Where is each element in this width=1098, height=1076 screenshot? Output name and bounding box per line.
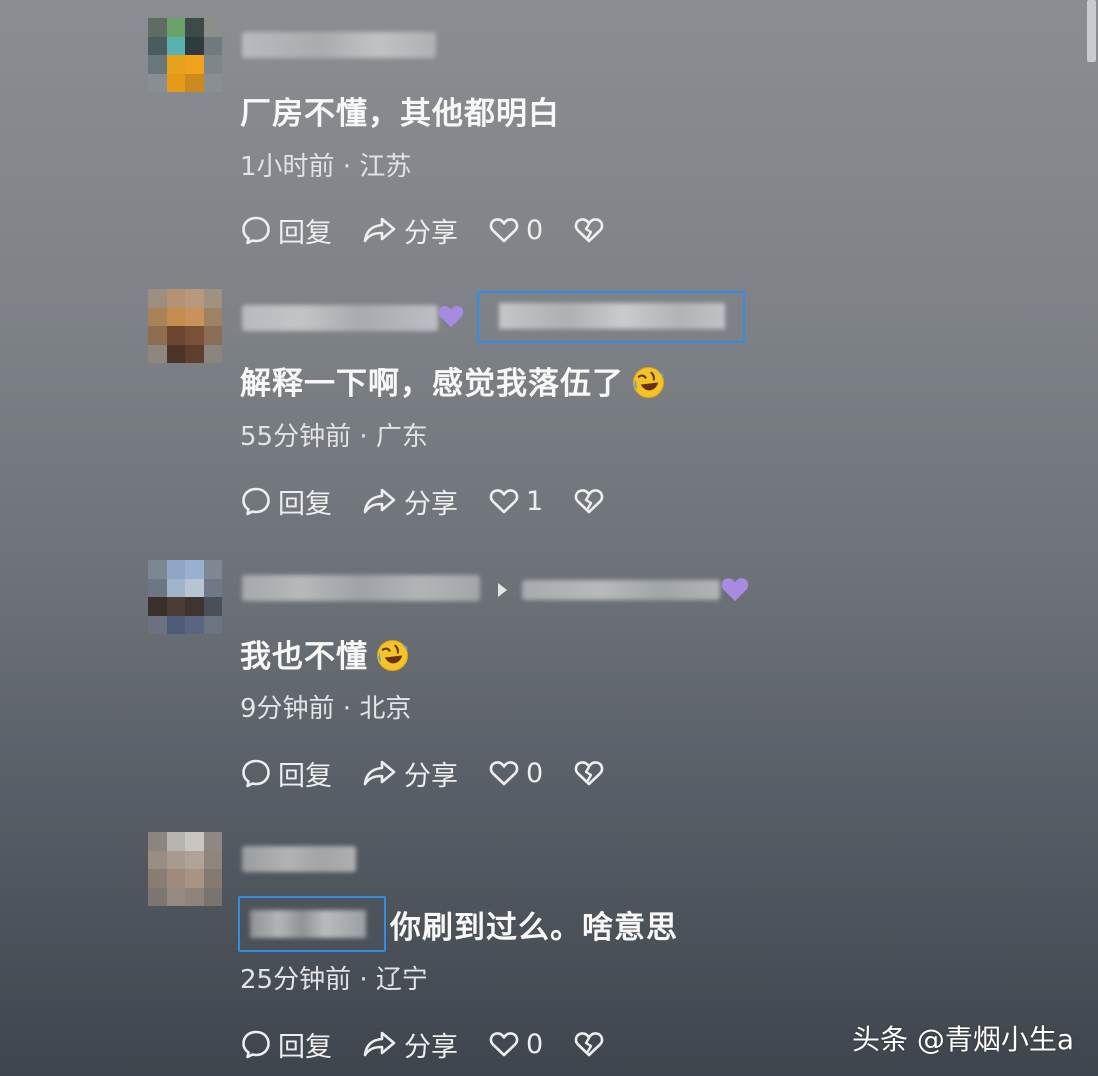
dislike-button[interactable] — [573, 757, 605, 789]
share-button[interactable]: 分享 — [362, 1025, 458, 1064]
comment-bubble-icon — [242, 759, 270, 788]
avatar[interactable] — [148, 289, 222, 363]
reply-button[interactable]: 回复 — [240, 482, 332, 521]
redacted-badge-highlight — [477, 291, 745, 343]
comment-actions: 回复 分享 0 — [240, 210, 635, 250]
reply-to-arrow-icon — [498, 583, 507, 597]
like-button[interactable]: 0 — [488, 214, 543, 246]
comment-text: 你刷到过么。啥意思 — [390, 910, 678, 946]
like-count: 1 — [526, 485, 544, 517]
comment-bubble-icon — [242, 487, 270, 516]
like-button[interactable]: 1 — [488, 485, 543, 517]
share-button[interactable]: 分享 — [362, 754, 458, 793]
scrollbar[interactable] — [1086, 0, 1098, 1076]
reply-button[interactable]: 回复 — [240, 754, 332, 793]
dislike-button[interactable] — [573, 1028, 605, 1060]
reply-label: 回复 — [278, 1031, 332, 1063]
like-button[interactable]: 0 — [488, 1028, 543, 1060]
vip-heart-icon — [721, 578, 749, 602]
share-arrow-icon — [363, 760, 396, 786]
like-count: 0 — [526, 214, 544, 246]
like-button[interactable]: 0 — [488, 757, 543, 789]
reply-button[interactable]: 回复 — [240, 1025, 332, 1064]
comment-bubble-icon — [242, 216, 270, 245]
broken-heart-icon — [574, 489, 604, 514]
comment-text-content: 我也不懂 — [240, 639, 368, 675]
share-label: 分享 — [404, 217, 458, 249]
comment-bubble-icon — [242, 1030, 270, 1059]
redacted-mention-highlight — [238, 896, 386, 952]
share-label: 分享 — [404, 760, 458, 792]
like-count: 0 — [526, 1028, 544, 1060]
heart-icon — [489, 1032, 519, 1057]
share-button[interactable]: 分享 — [362, 482, 458, 521]
share-label: 分享 — [404, 1031, 458, 1063]
broken-heart-icon — [574, 1032, 604, 1057]
comment-actions: 回复 分享 0 — [240, 753, 635, 793]
share-arrow-icon — [363, 1031, 396, 1057]
heart-icon — [489, 218, 519, 243]
dislike-button[interactable] — [573, 485, 605, 517]
comment-text: 我也不懂 — [240, 631, 409, 676]
like-count: 0 — [526, 757, 544, 789]
rolling-on-floor-laughing-emoji — [376, 639, 409, 672]
avatar[interactable] — [148, 560, 222, 634]
comment-actions: 回复 分享 1 — [240, 481, 635, 521]
comment-meta: 1小时前 · 江苏 — [240, 152, 412, 182]
share-arrow-icon — [363, 488, 396, 514]
reply-label: 回复 — [278, 217, 332, 249]
reply-to-username-redacted[interactable] — [522, 580, 720, 600]
heart-icon — [489, 489, 519, 514]
comment-text: 解释一下啊，感觉我落伍了 — [240, 358, 665, 403]
share-label: 分享 — [404, 488, 458, 520]
reply-label: 回复 — [278, 760, 332, 792]
broken-heart-icon — [574, 761, 604, 786]
comment-meta: 55分钟前 · 广东 — [240, 422, 428, 452]
username-redacted[interactable] — [242, 32, 436, 58]
comment-meta: 25分钟前 · 辽宁 — [240, 965, 428, 995]
username-redacted[interactable] — [242, 575, 480, 601]
dislike-button[interactable] — [573, 214, 605, 246]
scrollbar-thumb[interactable] — [1087, 0, 1096, 62]
watermark: 头条 @青烟小生a — [852, 1023, 1075, 1056]
share-button[interactable]: 分享 — [362, 211, 458, 250]
comment-meta: 9分钟前 · 北京 — [240, 694, 412, 724]
avatar[interactable] — [148, 18, 222, 92]
comment-text-content: 解释一下啊，感觉我落伍了 — [240, 366, 624, 402]
heart-icon — [489, 761, 519, 786]
avatar[interactable] — [148, 832, 222, 906]
broken-heart-icon — [574, 218, 604, 243]
rolling-on-floor-laughing-emoji — [632, 366, 665, 399]
comment-actions: 回复 分享 0 — [240, 1024, 635, 1064]
reply-label: 回复 — [278, 488, 332, 520]
username-redacted[interactable] — [242, 305, 438, 331]
username-redacted[interactable] — [242, 846, 356, 872]
reply-button[interactable]: 回复 — [240, 211, 332, 250]
comment-text: 厂房不懂，其他都明白 — [240, 96, 560, 132]
share-arrow-icon — [363, 217, 396, 243]
vip-heart-icon — [438, 306, 464, 328]
